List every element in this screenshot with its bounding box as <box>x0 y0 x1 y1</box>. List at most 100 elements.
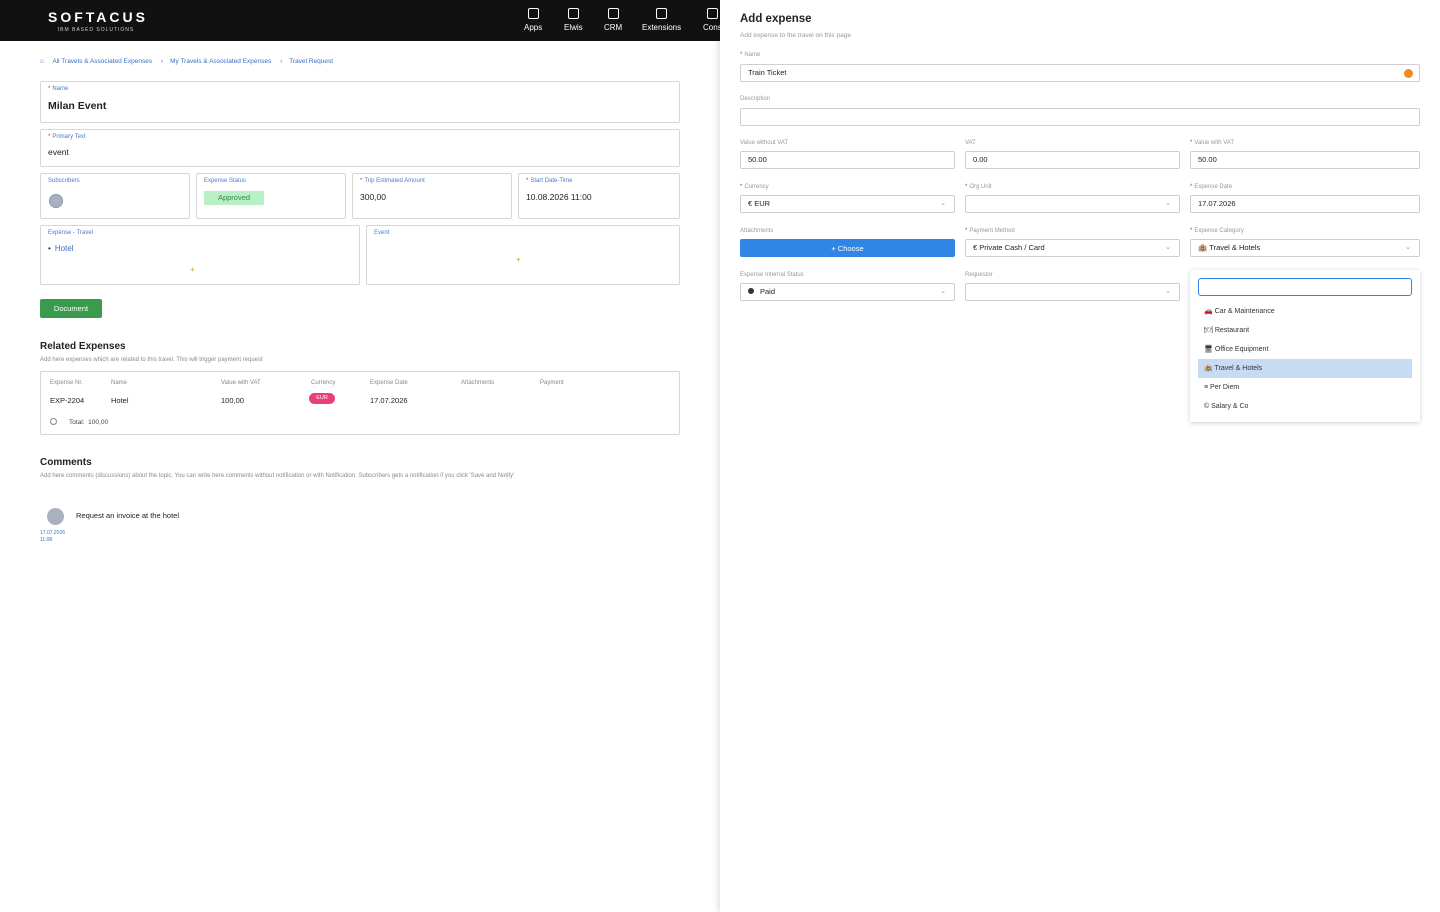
nav-extensions[interactable]: Extensions <box>642 8 681 32</box>
vat-input[interactable]: 0.00 <box>965 151 1180 169</box>
expense-nr-cell: EXP-2204 <box>50 396 85 405</box>
payment-method-select[interactable]: € Private Cash / Card ⌄ <box>965 239 1180 257</box>
column-header: Name <box>111 380 128 386</box>
primary-text-label: * Primary Text <box>48 134 86 140</box>
expense-status-field[interactable]: Expense Status Approved <box>196 173 346 219</box>
chevron-down-icon: ⌄ <box>1405 244 1411 251</box>
apps-icon <box>527 8 539 19</box>
status-badge: Approved <box>204 191 264 205</box>
comment-timestamp: 17.07.2026 11:08 <box>40 530 65 544</box>
column-header: Attachments <box>461 380 495 386</box>
expense-date-label: * Expense Date <box>1190 184 1233 190</box>
chevron-down-icon: ⌄ <box>940 288 946 295</box>
internal-status-label: Expense Internal Status <box>740 272 804 278</box>
comment-avatar <box>47 508 64 525</box>
currency-select[interactable]: € EUR ⌄ <box>740 195 955 213</box>
expense-travel-label: Expense - Travel <box>48 230 94 236</box>
nav-elwis[interactable]: Elwis <box>564 8 583 32</box>
add-event-button[interactable]: + <box>516 255 521 264</box>
elwis-icon <box>567 8 579 19</box>
comments-subtitle: Add here comments (discussions) about th… <box>40 473 515 479</box>
subscribers-field[interactable]: Subscribers <box>40 173 190 219</box>
trip-amount-field[interactable]: * Trip Estimated Amount 300,00 <box>352 173 512 219</box>
category-search-input[interactable] <box>1198 278 1412 296</box>
currency-badge: EUR <box>309 393 335 404</box>
event-field: Event + <box>366 225 680 285</box>
comments-title: Comments <box>40 457 92 468</box>
total-value: 100,00 <box>88 419 109 426</box>
breadcrumb-separator: › <box>280 58 283 65</box>
expense-travel-item[interactable]: • Hotel <box>48 244 74 253</box>
subscriber-avatar[interactable] <box>49 194 63 208</box>
expense-category-select[interactable]: 🏨 Travel & Hotels ⌄ <box>1190 239 1420 257</box>
category-option-travel-hotels[interactable]: 🏨 Travel & Hotels <box>1198 359 1412 378</box>
description-label: Description <box>740 96 771 102</box>
value-with-vat-label: * Value with VAT <box>1190 140 1235 146</box>
name-label: * Name <box>48 86 69 92</box>
table-total: Total: 100,00 <box>50 418 108 426</box>
primary-text-value: event <box>48 147 69 157</box>
nav-label: Elwis <box>564 23 583 32</box>
trip-amount-label: * Trip Estimated Amount <box>360 178 425 184</box>
status-indicator-icon <box>1404 69 1413 78</box>
expense-name-label: * Name <box>740 52 761 58</box>
chevron-down-icon: ⌄ <box>1165 200 1171 207</box>
requestor-select[interactable]: ⌄ <box>965 283 1180 301</box>
value-without-vat-input[interactable]: 50.00 <box>740 151 955 169</box>
breadcrumb-travel-request[interactable]: Travel Request <box>289 58 333 65</box>
expense-status-label: Expense Status <box>204 178 247 184</box>
brand-tagline: IBM BASED SOLUTIONS <box>57 27 135 33</box>
breadcrumb: ⌂ All Travels & Associated Expenses › My … <box>40 58 340 65</box>
comment-time: 11:08 <box>40 537 53 543</box>
category-option-office-equipment[interactable]: 🖥 Office Equipment <box>1198 340 1412 359</box>
column-header: Expense Nr. <box>50 380 83 386</box>
expense-name-cell: Hotel <box>111 396 129 405</box>
breadcrumb-my-travels[interactable]: My Travels & Associated Expenses <box>170 58 271 65</box>
chevron-down-icon: ⌄ <box>1165 244 1171 251</box>
value-without-vat-label: Value without VAT <box>740 140 789 146</box>
brand-name: SOFTACUS <box>48 9 148 25</box>
breadcrumb-all-travels[interactable]: All Travels & Associated Expenses <box>52 58 152 65</box>
column-header: Value with VAT <box>221 380 261 386</box>
nav-label: Cons <box>703 23 722 32</box>
comment-date: 17.07.2026 <box>40 530 66 536</box>
primary-text-field[interactable]: * Primary Text event <box>40 129 680 167</box>
expense-date-input[interactable]: 17.07.2026 <box>1190 195 1420 213</box>
requestor-label: Requestor <box>965 272 993 278</box>
category-option-salary[interactable]: © Salary & Co <box>1198 397 1412 416</box>
nav-crm[interactable]: CRM <box>604 8 622 32</box>
vat-label: VAT <box>965 140 976 146</box>
value-with-vat-input[interactable]: 50.00 <box>1190 151 1420 169</box>
chevron-down-icon: ⌄ <box>940 200 946 207</box>
subscribers-label: Subscribers <box>48 178 80 184</box>
clock-icon <box>50 418 57 425</box>
name-field[interactable]: * Name Milan Event <box>40 81 680 123</box>
breadcrumb-separator: › <box>160 58 164 65</box>
event-label: Event <box>374 230 390 236</box>
column-header: Payment <box>540 380 564 386</box>
related-expenses-table: Expense Nr. Name Value with VAT Currency… <box>40 371 680 435</box>
category-option-car[interactable]: 🚗 Car & Maintenance <box>1198 302 1412 321</box>
related-expenses-title: Related Expenses <box>40 341 126 352</box>
org-unit-label: * Org Unit <box>965 184 992 190</box>
nav-console[interactable]: Cons <box>703 8 722 32</box>
softacus-logo[interactable]: SOFTACUS IBM BASED SOLUTIONS <box>48 9 148 33</box>
category-option-restaurant[interactable]: 🍽 Restaurant <box>1198 321 1412 340</box>
nav-apps[interactable]: Apps <box>524 8 542 32</box>
home-icon[interactable]: ⌂ <box>40 58 44 65</box>
internal-status-select[interactable]: Paid ⌄ <box>740 283 955 301</box>
total-label: Total: <box>69 419 85 426</box>
column-header: Expense Date <box>370 380 408 386</box>
expense-name-input[interactable]: Train Ticket <box>740 64 1420 82</box>
nav-label: Apps <box>524 23 543 32</box>
org-unit-select[interactable]: ⌄ <box>965 195 1180 213</box>
choose-attachment-button[interactable]: + Choose <box>740 239 955 257</box>
expense-travel-field: Expense - Travel • Hotel + <box>40 225 360 285</box>
start-datetime-field[interactable]: * Start Date-Time 10.08.2026 11:00 <box>518 173 680 219</box>
related-expenses-subtitle: Add here expenses which are related to t… <box>40 357 263 363</box>
add-expense-travel-button[interactable]: + <box>190 265 195 274</box>
document-button[interactable]: Document <box>40 299 102 318</box>
drawer-title: Add expense <box>740 13 812 25</box>
description-input[interactable] <box>740 108 1420 126</box>
category-option-per-diem[interactable]: ≡ Per Diem <box>1198 378 1412 397</box>
